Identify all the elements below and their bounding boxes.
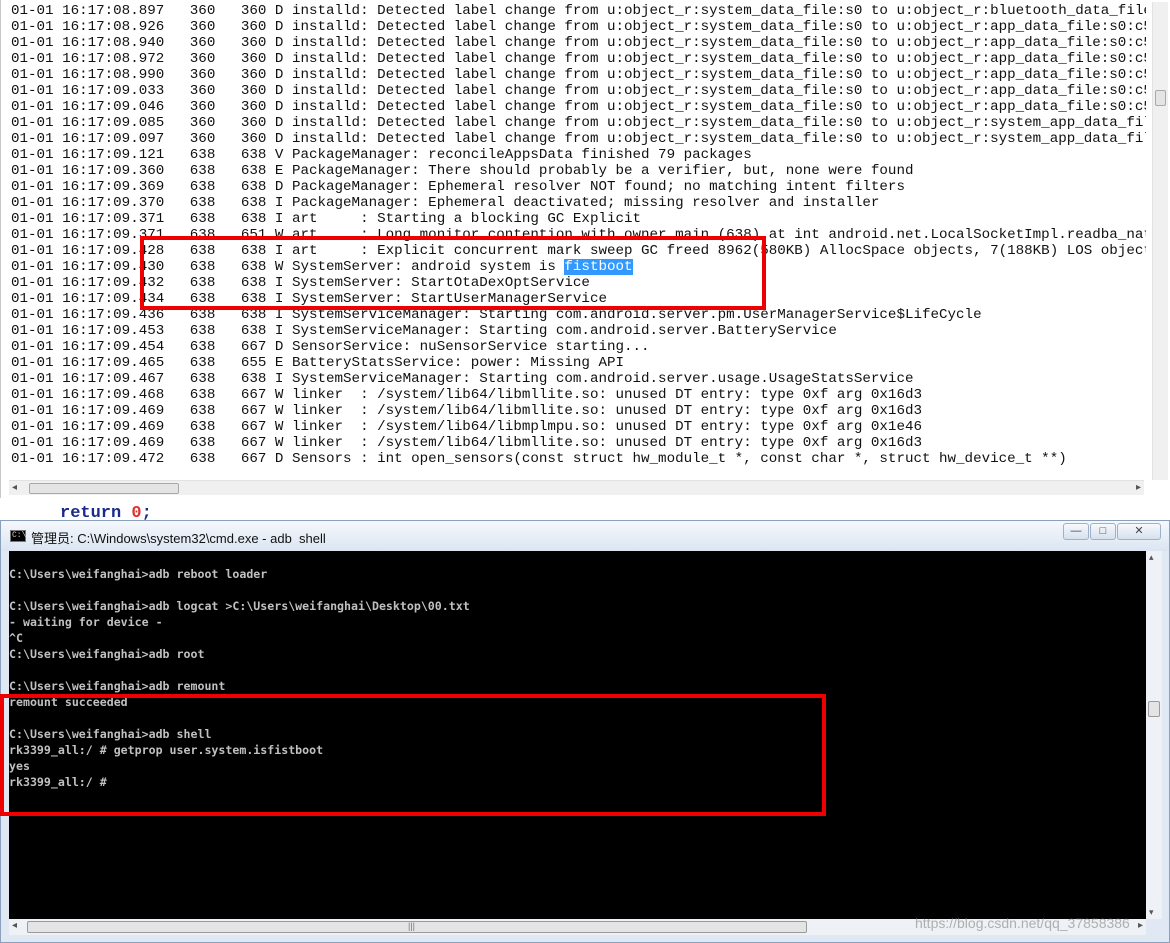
console-line: C:\Users\weifanghai>adb root [9, 647, 205, 661]
log-line: 01-01 16:17:09.467 638 638 I SystemServi… [11, 371, 914, 387]
log-line: 01-01 16:17:09.469 638 667 W linker : /s… [11, 435, 922, 451]
scroll-right-arrow-icon[interactable]: ▸ [1136, 482, 1141, 494]
log-line: 01-01 16:17:09.121 638 638 V PackageMana… [11, 147, 752, 163]
log-line: 01-01 16:17:09.085 360 360 D installd: D… [11, 115, 1146, 131]
console-line: ^C [9, 631, 23, 645]
log-line: 01-01 16:17:09.454 638 667 D SensorServi… [11, 339, 650, 355]
log-line: 01-01 16:17:09.472 638 667 D Sensors : i… [11, 451, 1067, 467]
scroll-up-arrow-icon[interactable]: ▴ [1149, 552, 1154, 563]
grip-icon: ||| [408, 921, 416, 931]
log-line: 01-01 16:17:08.940 360 360 D installd: D… [11, 35, 1146, 51]
log-line: 01-01 16:17:08.972 360 360 D installd: D… [11, 51, 1146, 67]
cmd-window-title: 管理员: C:\Windows\system32\cmd.exe - adb s… [31, 531, 326, 546]
cmd-icon-text: C:\ [12, 531, 27, 540]
log-horizontal-scroll-thumb[interactable] [29, 483, 179, 494]
scroll-left-arrow-icon[interactable]: ◂ [12, 920, 17, 932]
maximize-button[interactable]: □ [1090, 523, 1116, 540]
watermark: https://blog.csdn.net/qq_37858386 [915, 915, 1130, 931]
scroll-left-arrow-icon[interactable]: ◂ [12, 482, 17, 494]
cmd-horizontal-scroll-thumb[interactable]: ||| [27, 921, 807, 933]
annotation-box-log [140, 236, 766, 310]
log-line: 01-01 16:17:09.046 360 360 D installd: D… [11, 99, 1146, 115]
cmd-vertical-scrollbar[interactable]: ▴ ▾ [1146, 551, 1162, 919]
log-line: 01-01 16:17:08.897 360 360 D installd: D… [11, 3, 1146, 19]
log-line: 01-01 16:17:09.465 638 655 E BatteryStat… [11, 355, 624, 371]
annotation-box-cmd [0, 694, 826, 816]
console-line: C:\Users\weifanghai>adb logcat >C:\Users… [9, 599, 470, 613]
log-line: 01-01 16:17:09.370 638 638 I PackageMana… [11, 195, 880, 211]
scroll-right-arrow-icon[interactable]: ▸ [1138, 920, 1143, 932]
log-line: 01-01 16:17:09.369 638 638 D PackageMana… [11, 179, 905, 195]
log-line: 01-01 16:17:09.469 638 667 W linker : /s… [11, 403, 922, 419]
log-line: 01-01 16:17:09.468 638 667 W linker : /s… [11, 387, 922, 403]
log-line: 01-01 16:17:09.033 360 360 D installd: D… [11, 83, 1146, 99]
log-line: 01-01 16:17:09.097 360 360 D installd: D… [11, 131, 1146, 147]
cmd-vertical-scroll-thumb[interactable] [1148, 701, 1160, 717]
log-line: 01-01 16:17:08.926 360 360 D installd: D… [11, 19, 1146, 35]
log-line: 01-01 16:17:09.469 638 667 W linker : /s… [11, 419, 922, 435]
console-line: C:\Users\weifanghai>adb reboot loader [9, 567, 268, 581]
log-line: 01-01 16:17:09.453 638 638 I SystemServi… [11, 323, 837, 339]
cmd-app-icon: C:\ [10, 530, 26, 542]
scroll-down-arrow-icon[interactable]: ▾ [1149, 907, 1154, 918]
log-line: 01-01 16:17:09.360 638 638 E PackageMana… [11, 163, 914, 179]
log-horizontal-scrollbar[interactable]: ◂ ▸ [9, 480, 1144, 495]
close-button[interactable]: ✕ [1117, 523, 1161, 540]
log-vertical-scrollbar[interactable] [1152, 2, 1168, 480]
console-line: - waiting for device - [9, 615, 163, 629]
log-line: 01-01 16:17:08.990 360 360 D installd: D… [11, 67, 1146, 83]
log-vertical-scroll-thumb[interactable] [1155, 90, 1166, 106]
minimize-button[interactable]: — [1063, 523, 1089, 540]
log-line: 01-01 16:17:09.371 638 638 I art : Start… [11, 211, 642, 227]
code-snippet: return 0; [0, 498, 1170, 523]
console-line: C:\Users\weifanghai>adb remount [9, 679, 226, 693]
cmd-title-bar[interactable]: C:\ 管理员: C:\Windows\system32\cmd.exe - a… [1, 521, 1169, 551]
